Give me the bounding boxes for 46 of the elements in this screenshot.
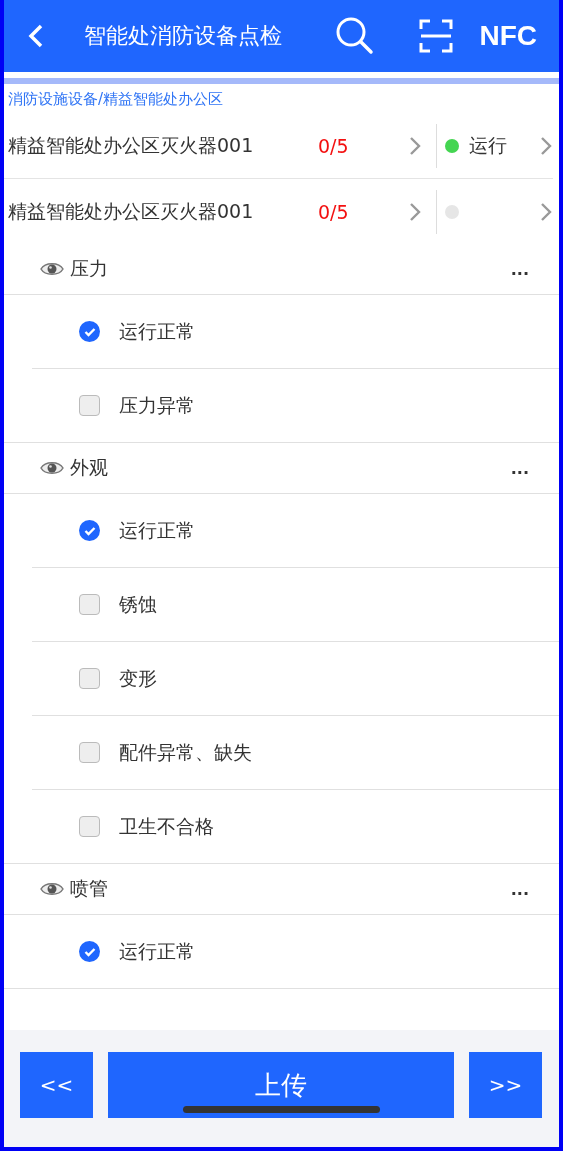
checkbox[interactable]	[79, 594, 100, 615]
back-icon[interactable]	[28, 23, 44, 49]
status-label: 运行	[469, 132, 507, 158]
checkmark-icon	[83, 946, 96, 957]
previous-button[interactable]: <<	[20, 1052, 93, 1118]
checkbox[interactable]	[79, 520, 100, 541]
group-title: 压力	[70, 256, 109, 281]
option-label: 运行正常	[119, 517, 195, 543]
upload-button[interactable]: 上传	[108, 1052, 454, 1118]
checkbox[interactable]	[79, 321, 100, 342]
search-icon[interactable]	[335, 16, 376, 56]
device-name: 精益智能处办公区灭火器001	[7, 132, 255, 158]
checkbox[interactable]	[79, 941, 100, 962]
more-menu[interactable]: ...	[510, 879, 529, 899]
option-label: 运行正常	[119, 318, 195, 344]
option-label: 压力异常	[119, 392, 195, 418]
chevron-right-icon[interactable]	[539, 134, 553, 157]
check-count: 0/5	[318, 134, 350, 157]
option-label: 卫生不合格	[119, 813, 214, 839]
nfc-button[interactable]: NFC	[479, 20, 537, 52]
checkbox[interactable]	[79, 668, 100, 689]
group-title: 外观	[70, 455, 109, 480]
more-menu[interactable]: ...	[510, 259, 529, 279]
checkbox[interactable]	[79, 816, 100, 837]
eye-icon	[40, 460, 64, 476]
checkbox[interactable]	[79, 395, 100, 416]
more-menu[interactable]: ...	[510, 458, 529, 478]
checkmark-icon	[83, 326, 96, 337]
breadcrumb: 消防设施设备/精益智能处办公区	[7, 89, 225, 110]
device-name: 精益智能处办公区灭火器001	[7, 198, 255, 224]
scan-icon[interactable]	[419, 19, 454, 53]
checkmark-icon	[83, 525, 96, 536]
option-label: 变形	[119, 665, 157, 691]
chevron-right-icon[interactable]	[408, 200, 422, 223]
option-label: 配件异常、缺失	[119, 739, 252, 765]
next-button[interactable]: >>	[469, 1052, 542, 1118]
chevron-right-icon[interactable]	[539, 200, 553, 223]
eye-icon	[40, 881, 64, 897]
checkbox[interactable]	[79, 742, 100, 763]
check-count: 0/5	[318, 200, 350, 223]
group-title: 喷管	[70, 876, 109, 901]
chevron-right-icon[interactable]	[408, 134, 422, 157]
option-label: 运行正常	[119, 938, 195, 964]
option-label: 锈蚀	[119, 591, 157, 617]
page-title: 智能处消防设备点检	[84, 22, 283, 50]
eye-icon	[40, 261, 64, 277]
